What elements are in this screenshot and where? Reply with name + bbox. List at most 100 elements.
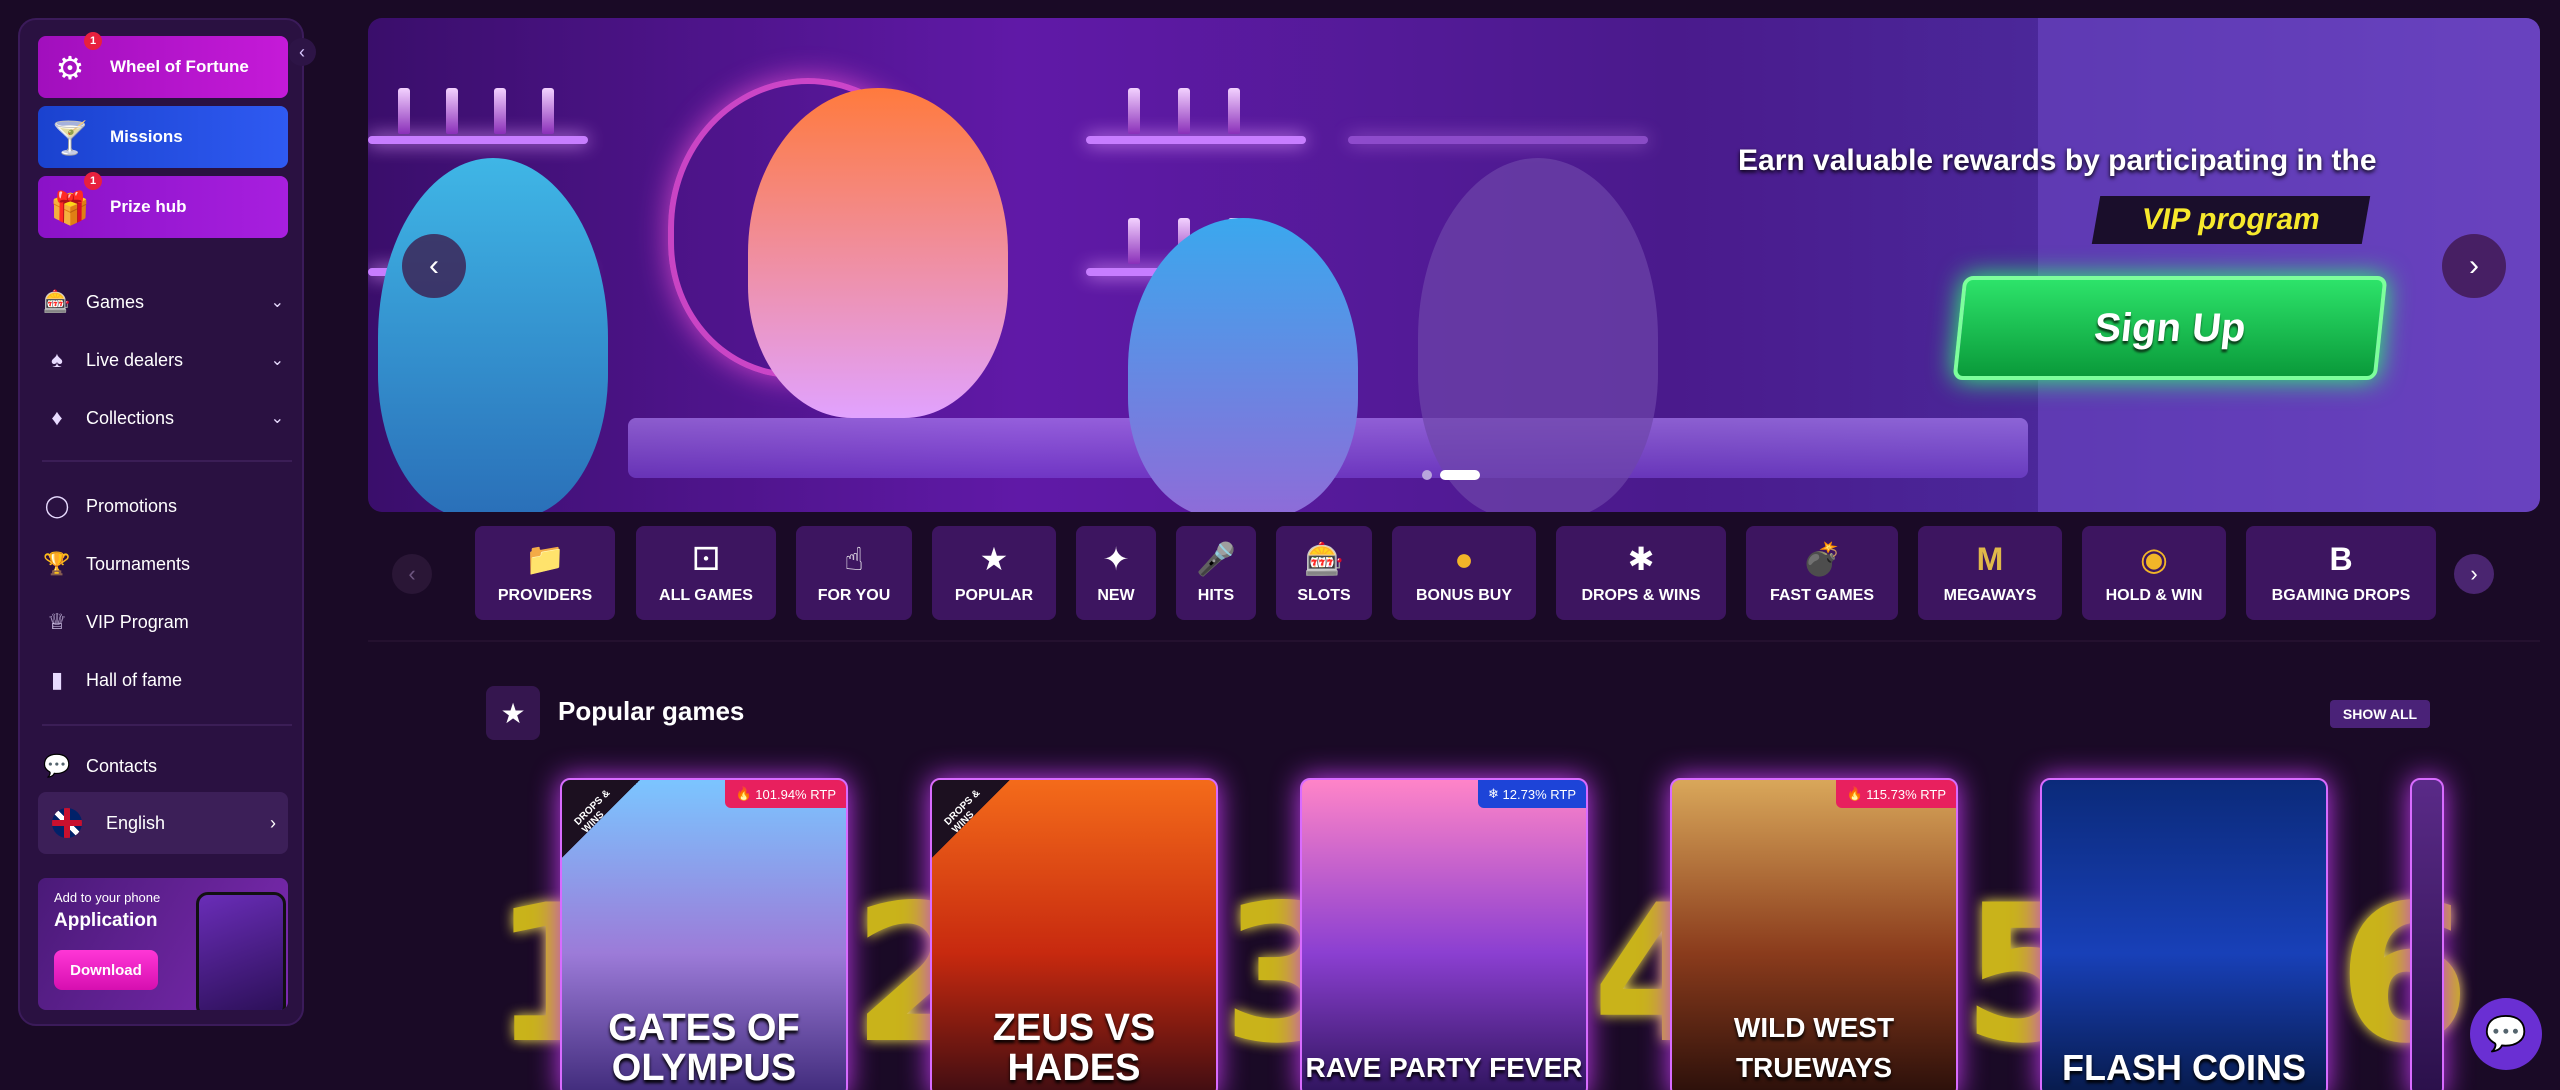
sidebar-item-label: Live dealers: [86, 349, 184, 370]
pointing-hand-icon: ☝: [844, 541, 864, 577]
phone-image: [196, 892, 286, 1010]
category-label: BONUS BUY: [1415, 587, 1512, 604]
bottle: [398, 88, 410, 134]
bomb-icon: 💣: [1802, 541, 1842, 577]
sidebar-item-live-dealers[interactable]: ♠ Live dealers ⌄: [42, 340, 292, 380]
category-for-you[interactable]: ☝ FOR YOU: [796, 526, 912, 620]
rtp-badge: 🔥 101.94% RTP: [725, 780, 846, 808]
show-all-button[interactable]: SHOW ALL: [2330, 700, 2430, 728]
category-bonus-buy[interactable]: ● BONUS BUY: [1392, 526, 1536, 620]
category-megaways[interactable]: M MEGAWAYS: [1918, 526, 2062, 620]
bottle: [1128, 88, 1140, 134]
bgaming-icon: B: [2329, 541, 2353, 577]
category-fast-games[interactable]: 💣 FAST GAMES: [1746, 526, 1898, 620]
game-card-rave-party-fever[interactable]: ❄ 12.73% RTP RAVE PARTY FEVER: [1300, 778, 1588, 1090]
pagination-dot-active[interactable]: [1440, 470, 1480, 480]
game-name: RAVE PARTY FEVER: [1305, 1052, 1583, 1083]
sidebar-item-label: Hall of fame: [86, 669, 183, 690]
bartender-man-figure: [378, 158, 608, 512]
hero-banner[interactable]: Earn valuable rewards by participating i…: [368, 18, 2540, 512]
game-card-gates-of-olympus[interactable]: DROPS & WINS 🔥 101.94% RTP GATES OF OLYM…: [560, 778, 848, 1090]
category-slots[interactable]: 🎰 SLOTS: [1276, 526, 1372, 620]
drops-wins-badge: DROPS & WINS: [932, 780, 1010, 858]
chevron-right-icon: ›: [2470, 561, 2478, 586]
category-all-games[interactable]: ⚀ ALL GAMES: [636, 526, 776, 620]
chevron-left-icon: ‹: [429, 249, 439, 282]
dealer-icon: ♠: [51, 347, 63, 372]
sign-up-label: Sign Up: [2092, 305, 2248, 350]
microphone-icon: 🎤: [1196, 541, 1236, 577]
chevron-left-icon: ‹: [408, 561, 416, 586]
crown-icon: ♕: [47, 609, 67, 634]
sidebar-item-contacts[interactable]: 💬 Contacts: [42, 746, 292, 786]
category-bgaming-drops[interactable]: B BGAMING DROPS: [2246, 526, 2436, 620]
bar-shelf: [1348, 136, 1648, 144]
category-drops-wins[interactable]: ✱ DROPS & WINS: [1556, 526, 1726, 620]
category-popular[interactable]: ★ POPULAR: [932, 526, 1056, 620]
live-chat-button[interactable]: 💬: [2470, 998, 2542, 1070]
bottle: [542, 88, 554, 134]
vip-program-tag: VIP program: [2091, 196, 2371, 244]
chevron-down-icon: ⌄: [270, 352, 284, 369]
category-prev-button[interactable]: ‹: [392, 554, 432, 594]
popular-star-icon: ★: [486, 686, 540, 740]
category-new[interactable]: ✦ NEW: [1076, 526, 1156, 620]
download-button[interactable]: Download: [54, 950, 158, 990]
rtp-value: 115.73% RTP: [1866, 786, 1946, 802]
notification-badge: 1: [84, 32, 102, 50]
blue-haired-woman-figure: [1128, 218, 1358, 512]
category-providers[interactable]: 📁 PROVIDERS: [475, 526, 615, 620]
notification-badge: 1: [84, 172, 102, 190]
chevron-right-icon: ›: [2469, 249, 2479, 282]
sidebar-item-promotions[interactable]: ◯ Promotions: [42, 486, 292, 526]
game-card-wild-west-trueways[interactable]: 🔥 115.73% RTP WILD WEST TRUEWAYS: [1670, 778, 1958, 1090]
game-name: WILD WEST TRUEWAYS: [1733, 1012, 1895, 1083]
missions-label: Missions: [110, 127, 183, 146]
game-card-flash-coins[interactable]: FLASH COINS: [2040, 778, 2328, 1090]
folder-icon: 📁: [525, 541, 565, 577]
dice-icon: ⚀: [692, 541, 720, 577]
category-label: DROPS & WINS: [1581, 587, 1701, 604]
collapse-sidebar-button[interactable]: ‹: [288, 38, 316, 66]
drops-wins-label: DROPS & WINS: [942, 787, 983, 836]
game-name: FLASH COINS: [2061, 1047, 2306, 1088]
chevron-down-icon: ⌄: [270, 294, 284, 311]
bar-shelf: [368, 136, 588, 144]
category-label: FAST GAMES: [1769, 587, 1874, 604]
sidebar-item-games[interactable]: 🎰 Games ⌄: [42, 282, 292, 322]
bottle: [1128, 218, 1140, 264]
app-download-box: Add to your phone Application Download: [38, 878, 288, 1010]
sidebar-item-hall-of-fame[interactable]: ▮ Hall of fame: [42, 660, 292, 700]
game-card-zeus-vs-hades[interactable]: DROPS & WINS ZEUS VS HADES: [930, 778, 1218, 1090]
bottle: [446, 88, 458, 134]
rtp-badge: 🔥 115.73% RTP: [1836, 780, 1956, 808]
sidebar-item-collections[interactable]: ♦ Collections ⌄: [42, 398, 292, 438]
sidebar-item-label: Promotions: [86, 495, 178, 516]
banner-prev-button[interactable]: ‹: [402, 234, 466, 298]
category-hold-win[interactable]: ◉ HOLD & WIN: [2082, 526, 2226, 620]
sidebar-item-label: Tournaments: [86, 553, 191, 574]
prize-hub-card[interactable]: 🎁 1 Prize hub: [38, 172, 288, 238]
pagination-dot[interactable]: [1422, 470, 1432, 480]
banner-pagination: [1422, 470, 1480, 480]
category-label: HITS: [1197, 587, 1235, 604]
category-label: HOLD & WIN: [2105, 587, 2203, 604]
sidebar-item-label: VIP Program: [86, 611, 189, 632]
category-hits[interactable]: 🎤 HITS: [1176, 526, 1256, 620]
language-selector[interactable]: English ›: [38, 792, 288, 854]
wheel-of-fortune-card[interactable]: ⚙ 1 Wheel of Fortune: [38, 32, 288, 98]
bottle: [494, 88, 506, 134]
cards-icon: ♦: [51, 405, 63, 430]
category-next-button[interactable]: ›: [2454, 554, 2494, 594]
missions-card[interactable]: 🍸 Missions: [38, 106, 288, 168]
sign-up-button[interactable]: Sign Up: [1952, 276, 2388, 380]
sidebar-item-vip-program[interactable]: ♕ VIP Program: [42, 602, 292, 642]
sidebar-item-tournaments[interactable]: 🏆 Tournaments: [42, 544, 292, 584]
category-label: POPULAR: [954, 587, 1034, 604]
category-label: FOR YOU: [817, 587, 891, 604]
sidebar-item-label: Games: [86, 291, 145, 312]
game-card-partial[interactable]: [2410, 778, 2444, 1090]
bartender-woman-figure: [748, 88, 1008, 418]
banner-next-button[interactable]: ›: [2442, 234, 2506, 298]
category-label: ALL GAMES: [659, 587, 753, 604]
